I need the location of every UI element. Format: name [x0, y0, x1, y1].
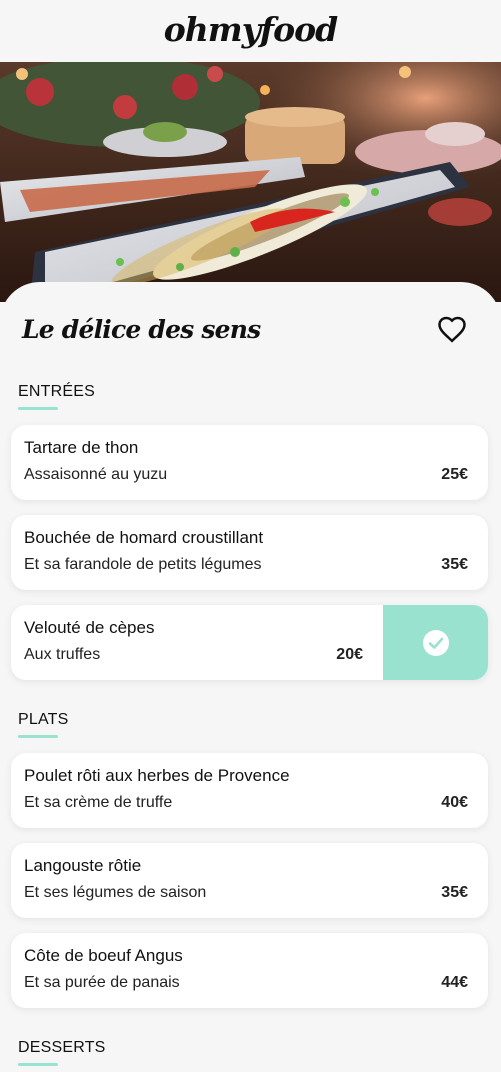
- dish-card-selected[interactable]: Velouté de cèpes Aux truffes 20€: [11, 605, 488, 680]
- dish-card[interactable]: Poulet rôti aux herbes de Provence Et sa…: [11, 753, 488, 828]
- dish-name: Bouchée de homard croustillant: [24, 528, 264, 547]
- dish-price: 25€: [441, 466, 468, 483]
- menu-panel: Le délice des sens ENTRÉES Tartare de th…: [0, 282, 501, 1072]
- section-title-plats: PLATS: [18, 711, 69, 728]
- check-circle-icon: [422, 629, 449, 656]
- dish-name: Côte de boeuf Angus: [24, 946, 183, 965]
- restaurant-title-row: Le délice des sens: [22, 314, 467, 344]
- dish-description: Et sa farandole de petits légumes: [24, 556, 262, 573]
- hero-food-illustration: [0, 62, 501, 302]
- dish-description: Et sa crème de truffe: [24, 794, 173, 811]
- logo[interactable]: ohmyfood: [164, 10, 338, 49]
- hero-image: [0, 62, 501, 302]
- section-underline: [18, 735, 58, 738]
- dish-card[interactable]: Côte de boeuf Angus Et sa purée de panai…: [11, 933, 488, 1008]
- dish-price: 44€: [441, 974, 468, 991]
- heart-outline-icon: [438, 316, 466, 343]
- section-underline: [18, 407, 58, 410]
- dish-name: Velouté de cèpes: [24, 618, 155, 637]
- restaurant-title: Le délice des sens: [22, 314, 261, 344]
- section-title-entrees: ENTRÉES: [18, 383, 95, 400]
- dish-card[interactable]: Tartare de thon Assaisonné au yuzu 25€: [11, 425, 488, 500]
- dish-name: Tartare de thon: [24, 438, 139, 457]
- dish-price: 35€: [441, 556, 468, 573]
- dish-price: 20€: [336, 646, 363, 663]
- dish-description: Assaisonné au yuzu: [24, 466, 168, 483]
- favorite-button[interactable]: [437, 314, 467, 344]
- dish-price: 35€: [441, 884, 468, 901]
- dish-name: Langouste rôtie: [24, 856, 142, 875]
- app-header: ohmyfood: [0, 0, 501, 62]
- section-title-desserts: DESSERTS: [18, 1039, 106, 1056]
- dish-card[interactable]: Langouste rôtie Et ses légumes de saison…: [11, 843, 488, 918]
- dish-name: Poulet rôti aux herbes de Provence: [24, 766, 290, 785]
- dish-card[interactable]: Bouchée de homard croustillant Et sa far…: [11, 515, 488, 590]
- dish-description: Aux truffes: [24, 646, 101, 663]
- selected-check-panel[interactable]: [383, 605, 488, 680]
- dish-price: 40€: [441, 794, 468, 811]
- section-underline: [18, 1063, 58, 1066]
- dish-description: Et sa purée de panais: [24, 974, 180, 991]
- dish-description: Et ses légumes de saison: [24, 884, 207, 901]
